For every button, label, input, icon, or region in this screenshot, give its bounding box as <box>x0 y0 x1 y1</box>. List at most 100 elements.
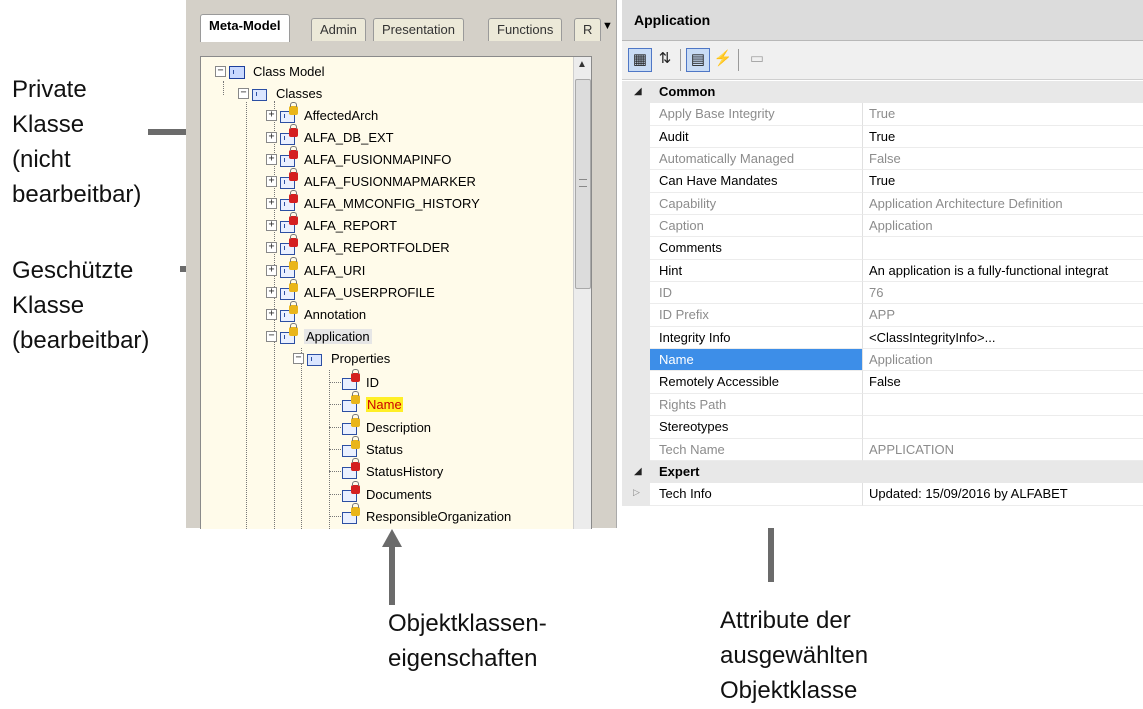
collapse-category-icon[interactable]: ◢ <box>634 466 642 477</box>
property-row[interactable]: ID Prefix APP <box>622 304 1143 327</box>
property-row[interactable]: Can Have Mandates True <box>622 170 1143 193</box>
tree-node-class[interactable]: + ALFA_REPORTFOLDER <box>266 234 450 258</box>
tree-node-class[interactable]: + ALFA_REPORT <box>266 212 397 236</box>
tree-node-property[interactable]: Description <box>342 414 431 438</box>
property-value[interactable] <box>863 416 1143 439</box>
property-row[interactable]: Hint An application is a fully-functional… <box>622 259 1143 283</box>
tree-node-class[interactable]: + ALFA_FUSIONMAPMARKER <box>266 168 476 192</box>
tree-node-class[interactable]: + ALFA_URI <box>266 257 365 281</box>
row-gutter <box>622 103 650 126</box>
tree-node-class-application[interactable]: − Application <box>266 323 372 347</box>
expand-icon[interactable]: + <box>266 308 277 320</box>
property-value[interactable] <box>863 237 1143 260</box>
lock-red-icon <box>289 212 298 225</box>
tab-functions[interactable]: Functions <box>488 18 563 41</box>
expand-row-icon[interactable]: ▷ <box>633 487 640 498</box>
row-gutter <box>622 125 650 149</box>
expand-icon[interactable]: + <box>266 241 277 253</box>
row-gutter <box>622 416 650 439</box>
tab-presentation[interactable]: Presentation <box>373 18 464 41</box>
tree-node-property[interactable]: Status <box>342 436 403 460</box>
expand-icon[interactable]: + <box>266 131 277 143</box>
property-row[interactable]: ID 76 <box>622 282 1143 305</box>
property-icon <box>342 503 362 525</box>
property-row[interactable]: ▷ Tech Info Updated: 15/09/2016 by ALFABET <box>622 483 1143 506</box>
expand-icon[interactable]: + <box>266 109 277 121</box>
tree-node-class[interactable]: + AffectedArch <box>266 102 378 126</box>
lock-red-icon <box>289 234 298 247</box>
property-row[interactable]: Name Application <box>622 349 1143 372</box>
property-row[interactable]: Rights Path <box>622 393 1143 417</box>
property-value[interactable]: Updated: 15/09/2016 by ALFABET <box>863 483 1143 506</box>
expand-icon[interactable]: + <box>266 286 277 298</box>
lock-red-icon <box>351 481 360 494</box>
property-row[interactable]: Capability Application Architecture Defin… <box>622 192 1143 216</box>
category-common[interactable]: ◢ Common <box>622 81 1143 104</box>
tree-node-property[interactable]: StatusHistory <box>342 458 443 482</box>
scroll-up-icon[interactable]: ▲ <box>577 59 587 70</box>
tree-node-properties[interactable]: − Properties <box>293 347 390 369</box>
row-gutter <box>622 326 650 350</box>
expand-icon[interactable]: + <box>266 197 277 209</box>
property-row[interactable]: Audit True <box>622 125 1143 149</box>
row-gutter: ▷ <box>622 483 650 506</box>
annotation-protected-class: Geschützte Klasse (bearbeitbar) <box>12 257 150 354</box>
property-row[interactable]: Apply Base Integrity True <box>622 103 1143 126</box>
property-pages-icon[interactable]: ▤ <box>686 48 710 72</box>
tree-node-property[interactable]: ResponsibleOrganization <box>342 503 511 527</box>
tree-node-class[interactable]: + ALFA_DB_EXT <box>266 124 394 148</box>
property-row[interactable]: Comments <box>622 237 1143 260</box>
property-row[interactable]: Tech Name APPLICATION <box>622 438 1143 461</box>
tab-overflow-icon[interactable]: ▼ <box>602 20 613 32</box>
expand-icon[interactable]: + <box>266 153 277 165</box>
tree-node-property[interactable]: ID <box>342 369 379 393</box>
tree-scrollbar[interactable]: ▲ <box>573 57 591 529</box>
property-value[interactable]: False <box>863 371 1143 394</box>
row-gutter <box>622 148 650 171</box>
category-expert[interactable]: ◢ Expert <box>622 460 1143 484</box>
property-name: Automatically Managed <box>650 148 863 171</box>
categorized-view-icon[interactable]: ▦ <box>628 48 652 72</box>
tree-node-property-name[interactable]: Name <box>342 391 403 415</box>
property-value[interactable]: An application is a fully-functional int… <box>863 260 1143 283</box>
tree-node-class[interactable]: + Annotation <box>266 301 366 325</box>
expand-icon[interactable]: + <box>266 219 277 231</box>
tree-node-property[interactable]: Documents <box>342 481 432 505</box>
events-lightning-icon[interactable]: ⚡ <box>711 48 735 72</box>
property-value[interactable]: True <box>863 126 1143 149</box>
property-name: Apply Base Integrity <box>650 103 863 126</box>
tree-node-class[interactable]: + ALFA_FUSIONMAPINFO <box>266 146 451 170</box>
property-icon <box>342 414 362 436</box>
collapse-category-icon[interactable]: ◢ <box>634 86 642 97</box>
tab-admin[interactable]: Admin <box>311 18 366 41</box>
expand-icon[interactable]: + <box>266 175 277 187</box>
collapse-icon[interactable]: − <box>293 352 304 364</box>
property-icon <box>342 481 362 503</box>
expand-icon[interactable]: + <box>266 264 277 276</box>
property-row[interactable]: Automatically Managed False <box>622 148 1143 171</box>
property-name: Comments <box>650 237 863 260</box>
scroll-thumb[interactable] <box>575 79 591 289</box>
tree-node-classes[interactable]: − Classes <box>238 82 322 104</box>
property-value[interactable]: <ClassIntegrityInfo>... <box>863 327 1143 350</box>
collapse-icon[interactable]: − <box>238 87 249 99</box>
tab-meta-model[interactable]: Meta-Model <box>200 14 290 42</box>
collapse-icon[interactable]: − <box>266 330 277 342</box>
tree-node-class[interactable]: + ALFA_MMCONFIG_HISTORY <box>266 190 480 214</box>
property-name: ID Prefix <box>650 304 863 327</box>
property-row[interactable]: Integrity Info <ClassIntegrityInfo>... <box>622 326 1143 350</box>
property-row[interactable]: Remotely Accessible False <box>622 371 1143 394</box>
property-row[interactable]: Caption Application <box>622 215 1143 238</box>
meta-model-panel: Meta-Model Admin Presentation Functions … <box>186 0 617 529</box>
property-row[interactable]: Stereotypes <box>622 416 1143 439</box>
tree-node-class[interactable]: + ALFA_USERPROFILE <box>266 279 435 303</box>
tab-r[interactable]: R <box>574 18 602 41</box>
property-value[interactable]: True <box>863 170 1143 193</box>
property-name: Can Have Mandates <box>650 170 863 193</box>
collapse-icon[interactable]: − <box>215 65 226 77</box>
property-name: Stereotypes <box>650 416 863 439</box>
property-value: True <box>863 103 1143 126</box>
tree-node-class-model[interactable]: − Class Model <box>215 60 325 82</box>
alphabetical-sort-icon[interactable]: ⇅ <box>653 48 677 72</box>
properties-arrow <box>382 529 402 605</box>
